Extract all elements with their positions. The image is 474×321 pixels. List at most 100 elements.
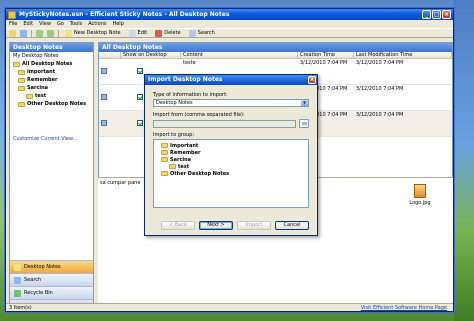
edit-label: Edit <box>137 30 148 36</box>
group-item-label: Sarcina <box>170 156 192 163</box>
delete-label: Delete <box>164 30 181 36</box>
maximize-button[interactable]: □ <box>432 10 441 19</box>
tree-item-label: Sarcina <box>27 85 49 91</box>
tree-item-other[interactable]: Other Desktop Notes <box>10 100 93 108</box>
menu-file[interactable]: File <box>9 21 17 27</box>
menu-go[interactable]: Go <box>57 21 64 27</box>
back-icon[interactable] <box>36 29 43 37</box>
image-file-icon <box>414 184 426 198</box>
menu-edit[interactable]: Edit <box>23 21 33 27</box>
nav-desktop-notes[interactable]: Desktop Notes <box>10 260 93 273</box>
toolbar-separator <box>58 29 59 37</box>
search-button[interactable]: Search <box>187 29 217 37</box>
item-count: 3 Item(s) <box>9 304 32 311</box>
browse-button[interactable] <box>299 119 309 128</box>
notes-icon <box>14 263 21 271</box>
tree-item-remember[interactable]: Remember <box>10 76 93 84</box>
folder-icon <box>13 61 20 67</box>
nav-label: Search <box>24 277 42 283</box>
show-on-desktop-checkbox[interactable] <box>137 94 143 100</box>
nav-label: Desktop Notes <box>24 264 61 270</box>
show-on-desktop-checkbox[interactable] <box>137 120 143 126</box>
import-button[interactable]: Import <box>237 221 271 230</box>
folder-icon <box>18 69 25 75</box>
minimize-button[interactable]: _ <box>422 10 431 19</box>
menu-help[interactable]: Help <box>112 21 123 27</box>
show-on-desktop-checkbox[interactable] <box>137 68 143 74</box>
edit-icon <box>128 29 136 37</box>
nav-label: Recycle Bin <box>24 290 53 296</box>
attachment[interactable]: Logo.jpg <box>405 184 435 206</box>
file-label: Import from (comma separated file): <box>153 112 245 118</box>
tree-item-label: Remember <box>27 77 58 83</box>
search-label: Search <box>197 30 215 36</box>
column-icons[interactable] <box>99 52 121 58</box>
group-tree: Important Remember Sarcina test Other De… <box>153 139 309 208</box>
tree-root[interactable]: All Desktop Notes <box>10 60 93 68</box>
new-note-label: New Desktop Note <box>74 30 121 36</box>
tree-item-important[interactable]: important <box>10 68 93 76</box>
toolbar-separator <box>31 29 32 37</box>
nav-recycle-bin[interactable]: Recycle Bin <box>10 286 93 299</box>
group-item-label: Important <box>170 142 199 149</box>
status-bar: 3 Item(s) Visit Efficient Software Home … <box>6 303 453 311</box>
delete-button[interactable]: Delete <box>153 29 182 37</box>
note-icon <box>101 94 107 100</box>
column-headers: Show on Desktop Content Creation Time La… <box>99 52 452 59</box>
save-icon[interactable] <box>20 29 27 37</box>
nav-search[interactable]: Search <box>10 273 93 286</box>
forward-icon[interactable] <box>47 29 54 37</box>
folder-icon <box>161 143 168 148</box>
file-path-input[interactable] <box>153 119 296 128</box>
customize-view-link[interactable]: Customize Current View... <box>10 136 93 142</box>
recycle-bin-icon <box>14 289 21 297</box>
title-bar[interactable]: MyStickyNotes.esn - Efficient Sticky Not… <box>6 9 453 20</box>
tree-item-label: test <box>35 93 47 99</box>
group-item-important[interactable]: Important <box>157 142 305 149</box>
note-icon <box>101 68 107 74</box>
type-select[interactable]: Desktop Notes ▼ <box>153 99 309 107</box>
chevron-down-icon[interactable]: ▼ <box>301 100 308 106</box>
menu-tools[interactable]: Tools <box>70 21 82 27</box>
dialog-close-button[interactable]: × <box>308 76 316 84</box>
attachment-name: Logo.jpg <box>409 200 431 206</box>
back-button[interactable]: < Back <box>161 221 195 230</box>
list-header: All Desktop Notes <box>99 43 452 52</box>
next-button[interactable]: Next > <box>199 221 233 230</box>
edit-button[interactable]: Edit <box>127 29 150 37</box>
folder-icon <box>18 101 25 107</box>
note-icon <box>101 120 107 126</box>
menu-actions[interactable]: Actions <box>88 21 106 27</box>
column-show-on-desktop[interactable]: Show on Desktop <box>121 52 181 58</box>
folder-icon <box>161 150 168 155</box>
dialog-title-bar[interactable]: Import Desktop Notes × <box>145 75 317 85</box>
group-item-label: test <box>178 163 190 170</box>
group-item-label: Remember <box>170 149 201 156</box>
column-content[interactable]: Content <box>181 52 298 58</box>
type-label: Type of information to import: <box>153 92 228 98</box>
cancel-button[interactable]: Cancel <box>275 221 309 230</box>
column-last-modification[interactable]: Last Modification Time <box>354 52 452 58</box>
new-note-button[interactable]: New Desktop Note <box>63 29 123 37</box>
home-page-link[interactable]: Visit Efficient Software Home Page <box>361 305 447 311</box>
note-modified: 3/12/2010 7:04 PM <box>356 60 404 66</box>
dialog-title: Import Desktop Notes <box>148 76 223 83</box>
group-item-test[interactable]: test <box>157 163 305 170</box>
tree-item-sarcina[interactable]: Sarcina <box>10 84 93 92</box>
toolbar: New Desktop Note Edit Delete Search <box>6 28 453 38</box>
tree-item-test[interactable]: test <box>10 92 93 100</box>
folder-icon <box>18 77 25 83</box>
group-item-sarcina[interactable]: Sarcina <box>157 156 305 163</box>
note-modified: 3/12/2010 7:04 PM <box>356 86 404 92</box>
menu-bar: File Edit View Go Tools Actions Help <box>6 20 453 28</box>
navigation-pane: Desktop Notes My Desktop Notes All Deskt… <box>9 42 94 310</box>
column-creation-time[interactable]: Creation Time <box>298 52 354 58</box>
folder-icon <box>26 93 33 99</box>
group-item-remember[interactable]: Remember <box>157 149 305 156</box>
tree-item-label: Other Desktop Notes <box>27 101 87 107</box>
open-icon[interactable] <box>9 29 16 37</box>
group-item-other[interactable]: Other Desktop Notes <box>157 170 305 177</box>
close-button[interactable]: × <box>442 10 451 19</box>
import-dialog: Import Desktop Notes × Type of informati… <box>144 74 318 236</box>
menu-view[interactable]: View <box>39 21 51 27</box>
